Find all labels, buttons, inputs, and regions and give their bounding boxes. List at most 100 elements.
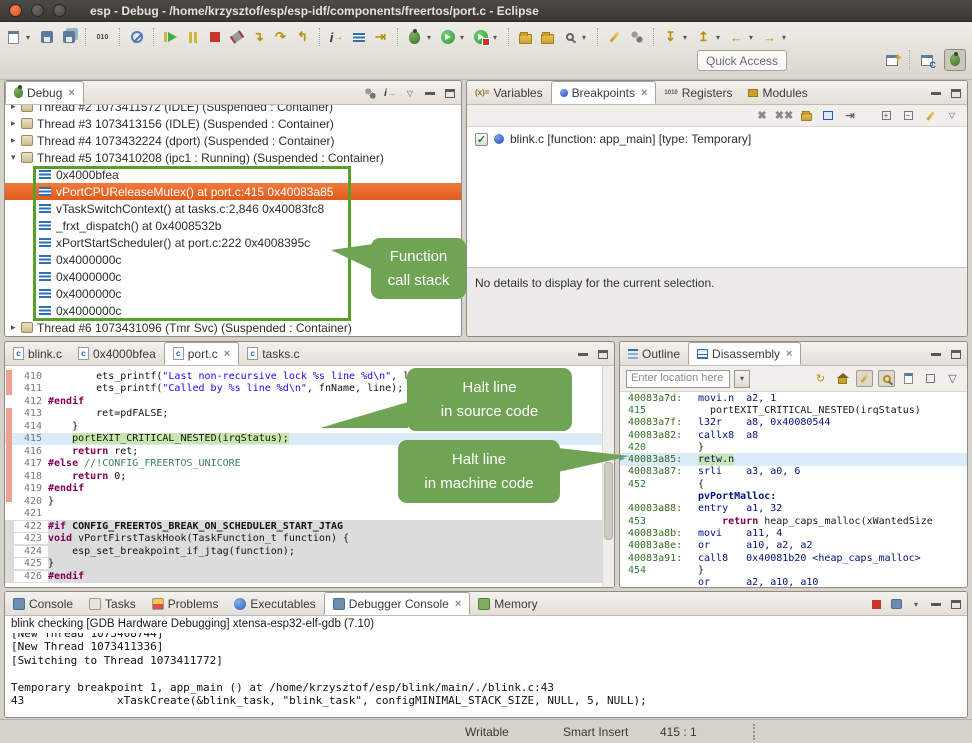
tab-registers[interactable]: 1010 Registers [656,81,740,104]
search-button[interactable] [560,28,579,47]
last-edit-location-button[interactable]: ↧ [661,28,680,47]
tab-modules[interactable]: Modules [740,81,815,104]
console-output[interactable]: [New Thread 1073408744] [New Thread 1073… [5,633,967,717]
run-dropdown[interactable]: ▾ [460,33,468,42]
window-maximize-button[interactable] [53,4,66,17]
debug-dropdown[interactable]: ▾ [427,33,435,42]
link-with-debug-icon[interactable] [923,109,937,123]
disasm-source-row[interactable]: 452{ [620,478,967,490]
perspective-debug-button[interactable] [944,49,966,71]
expand-all-icon[interactable]: + [879,109,893,123]
stack-frame-row[interactable]: _frxt_dispatch() at 0x4008532b [5,217,461,234]
mark-occurrences-button[interactable] [605,28,624,47]
thread-row[interactable]: ▾Thread #5 1073410208 (ipc1 : Running) (… [5,149,461,166]
thread-row[interactable]: ▸Thread #3 1073413156 (IDLE) (Suspended … [5,115,461,132]
run-button[interactable] [438,28,457,47]
code-line[interactable]: 421 [5,508,602,521]
collapse-all-icon[interactable]: − [901,109,915,123]
scrollbar-thumb[interactable] [604,462,613,540]
last-edit-dropdown[interactable]: ▾ [683,33,691,42]
view-menu-icon[interactable]: ▽ [403,86,417,100]
tab-close-icon[interactable]: × [68,87,74,99]
editor-vertical-scrollbar[interactable] [602,366,614,587]
quick-access-button[interactable]: Quick Access [697,50,787,71]
disasm-row[interactable]: 40083a8e:or a10, a2, a2 [620,540,967,552]
new-view-icon[interactable] [900,370,917,387]
location-input[interactable]: Enter location here [626,370,730,388]
save-button[interactable] [37,28,56,47]
minimize-view-icon[interactable] [929,86,943,100]
remove-all-breakpoints-icon[interactable]: ✖✖ [777,109,791,123]
disassembly-listing[interactable]: 40083a7d:movi.n a2, 1 415 portEXIT_CRITI… [620,392,967,587]
tab-debugger-console[interactable]: Debugger Console× [324,592,471,615]
step-over-button[interactable]: ↷ [271,28,290,47]
terminate-button[interactable] [205,28,224,47]
pin-view-icon[interactable] [922,370,939,387]
disasm-row[interactable]: 40083a7d:movi.n a2, 1 [620,392,967,404]
forward-dropdown[interactable]: ▾ [782,33,790,42]
disasm-row[interactable]: 40083a8b:movi a11, 4 [620,527,967,539]
display-selected-console-icon[interactable] [889,597,903,611]
tab-close-icon[interactable]: × [641,87,647,99]
tab-close-icon[interactable]: × [786,348,792,360]
resume-button[interactable] [161,28,180,47]
disasm-row-clipped[interactable]: or a2, a10, a10 [620,576,967,588]
go-to-file-icon[interactable] [821,109,835,123]
step-into-button[interactable]: ↴ [249,28,268,47]
location-dropdown[interactable]: ▾ [734,370,750,388]
perspective-cpp-button[interactable]: C [916,49,938,71]
search-dropdown[interactable]: ▾ [582,33,590,42]
code-line[interactable]: 422#if CONFIG_FREERTOS_BREAK_ON_SCHEDULE… [5,520,602,533]
code-line[interactable]: 424 esp_set_breakpoint_if_jtag(function)… [5,545,602,558]
minimize-view-icon[interactable] [929,597,943,611]
refresh-view-icon[interactable]: ↻ [812,370,829,387]
new-button[interactable] [4,28,23,47]
window-minimize-button[interactable] [31,4,44,17]
instruction-stepping-view-icon[interactable]: i→ [383,86,397,100]
tab-port-c[interactable]: cport.c× [164,342,239,365]
tab-console[interactable]: Console [5,592,81,615]
skip-all-breakpoints-view-icon[interactable]: ⇥ [843,109,857,123]
minimize-view-icon[interactable] [576,347,590,361]
tab-tasks[interactable]: Tasks [81,592,144,615]
stack-frame-row-selected[interactable]: vPortCPUReleaseMutex() at port.c:415 0x4… [5,183,461,200]
window-close-button[interactable] [9,4,22,17]
disasm-row[interactable]: 40083a7f:l32r a8, 0x40080544 [620,417,967,429]
maximize-view-icon[interactable] [949,86,963,100]
instruction-stepping-button[interactable]: i→ [327,28,346,47]
go-into-dropdown[interactable]: ▾ [716,33,724,42]
disasm-row[interactable]: 40083a82:callx8 a8 [620,429,967,441]
remove-breakpoint-icon[interactable]: ✖ [755,109,769,123]
stack-frame-row[interactable]: 0x4000000c [5,302,461,319]
view-menu-icon[interactable]: ▽ [945,109,959,123]
terminate-console-icon[interactable] [869,597,883,611]
thread-row[interactable]: ▸Thread #6 1073431096 (Tmr Svc) (Suspend… [5,319,461,336]
tab-close-icon[interactable]: × [224,348,230,360]
thread-row-clipped[interactable]: ▸Thread #2 1073411572 (IDLE) (Suspended … [5,105,461,115]
stack-frame-row[interactable]: vTaskSwitchContext() at tasks.c:2,846 0x… [5,200,461,217]
tab-0x4000bfea[interactable]: c0x4000bfea [70,342,164,365]
tab-outline[interactable]: Outline [620,342,688,365]
open-element-button[interactable] [516,28,535,47]
minimize-view-icon[interactable] [929,347,943,361]
tab-memory[interactable]: Memory [470,592,545,615]
console-dropdown-icon[interactable]: ▾ [909,597,923,611]
stack-frame-row[interactable]: 0x4000bfea [5,166,461,183]
tab-blink-c[interactable]: cblink.c [5,342,70,365]
home-icon[interactable] [834,370,851,387]
maximize-view-icon[interactable] [596,347,610,361]
new-dropdown[interactable]: ▾ [26,33,34,42]
disasm-label-row[interactable]: pvPortMalloc: [620,490,967,502]
open-resource-button[interactable] [538,28,557,47]
code-line[interactable]: 426#endif [5,570,602,583]
debug-button[interactable] [405,28,424,47]
go-into-button[interactable]: ↥ [694,28,713,47]
tab-disassembly[interactable]: Disassembly × [688,342,801,365]
disasm-row[interactable]: 40083a91:call8 0x40081b20 <heap_caps_mal… [620,552,967,564]
disasm-source-row[interactable]: 420} [620,441,967,453]
use-step-filters-button[interactable]: ⇥ [371,28,390,47]
maximize-view-icon[interactable] [443,86,457,100]
show-execution-button[interactable] [349,28,368,47]
disasm-source-row[interactable]: 415 portEXIT_CRITICAL_NESTED(irqStatus) [620,404,967,416]
external-tools-button[interactable] [471,28,490,47]
